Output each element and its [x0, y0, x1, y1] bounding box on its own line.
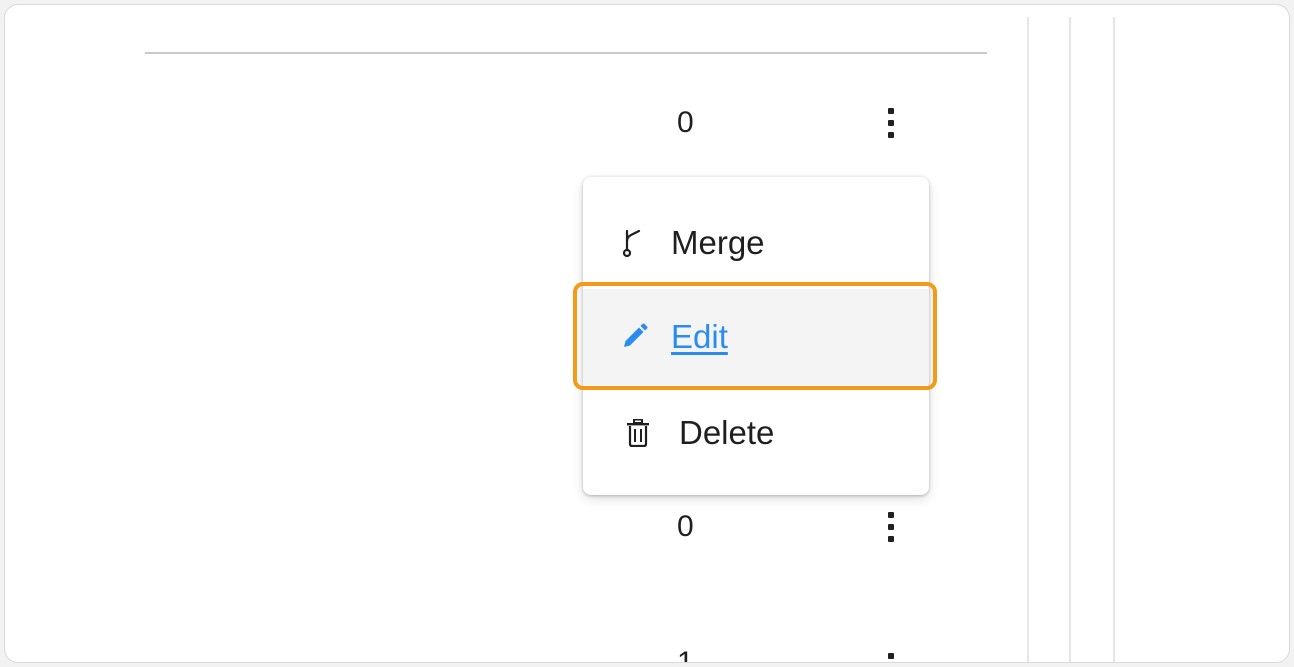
row-actions-kebab-icon[interactable]: [884, 653, 898, 662]
menu-item-label: Merge: [671, 224, 765, 261]
row-count: 0: [677, 106, 694, 139]
menu-item-label: Delete: [679, 414, 775, 451]
merge-icon: [619, 228, 649, 258]
menu-item-delete[interactable]: Delete: [583, 385, 929, 481]
screenshot-frame: 0 0 1 Merge Edit Delete: [4, 4, 1290, 663]
row-count: 1: [677, 646, 694, 663]
row-count: 0: [677, 510, 694, 543]
row-actions-kebab-icon[interactable]: [884, 108, 898, 138]
pencil-icon: [619, 322, 649, 352]
table-header-divider: [145, 52, 987, 54]
menu-item-label[interactable]: Edit: [671, 318, 728, 356]
row-context-menu: Merge Edit Delete: [583, 177, 929, 495]
row-actions-kebab-icon[interactable]: [884, 512, 898, 542]
menu-item-edit[interactable]: Edit: [583, 289, 929, 385]
column-divider: [1113, 17, 1115, 662]
column-divider: [1069, 17, 1071, 662]
trash-icon: [623, 418, 653, 448]
column-divider: [1027, 17, 1029, 662]
menu-item-merge[interactable]: Merge: [583, 195, 929, 291]
